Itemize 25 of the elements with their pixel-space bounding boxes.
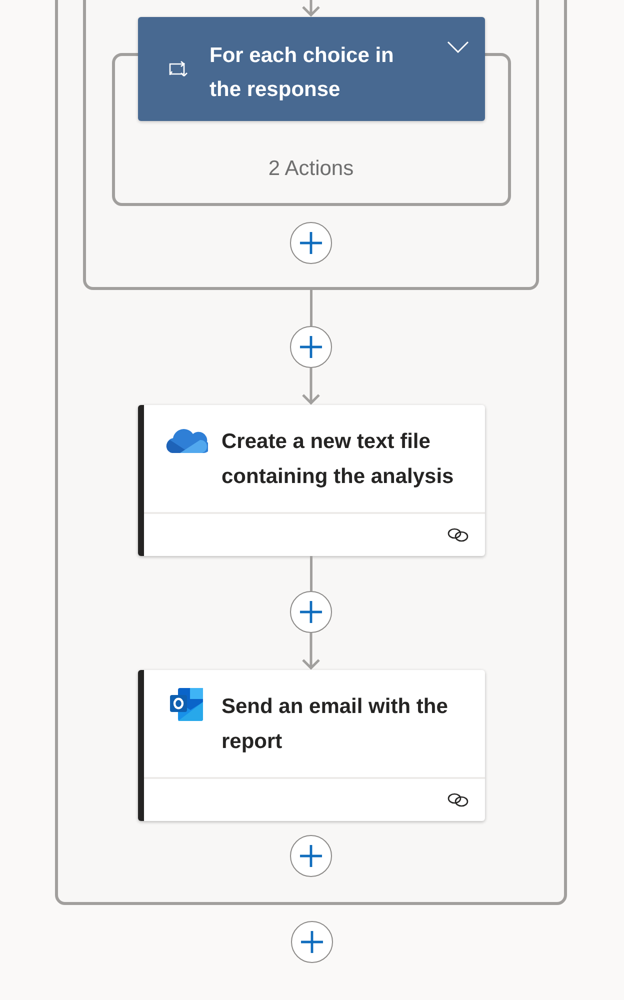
- loop-title: For each choice in the response: [210, 43, 395, 103]
- add-step-button[interactable]: [290, 326, 332, 368]
- cloud-icon: [166, 426, 208, 454]
- action-title: Send an email with the report: [222, 694, 449, 755]
- add-step-icon: [299, 600, 323, 624]
- add-step-icon: [299, 231, 323, 255]
- connector-arrow: [300, 368, 322, 405]
- loop-header[interactable]: For each choice in the response: [138, 17, 484, 121]
- add-step-icon: [300, 930, 324, 954]
- actions-count: 2 Actions: [268, 157, 354, 181]
- add-step-button[interactable]: [291, 921, 333, 963]
- add-step-button[interactable]: [290, 835, 332, 877]
- chevron-down-icon[interactable]: [446, 41, 468, 53]
- add-step-button[interactable]: [290, 222, 332, 264]
- link-icon: [446, 527, 468, 543]
- connector-line: [309, 556, 313, 591]
- link-icon: [446, 792, 468, 808]
- add-step-button[interactable]: [290, 591, 332, 633]
- action-title: Create a new text file containing the analysis: [222, 429, 455, 490]
- action-card[interactable]: Create a new text file containing the analysis: [138, 405, 484, 556]
- mail-app-icon: [168, 687, 204, 723]
- add-step-icon: [299, 335, 323, 359]
- add-step-icon: [299, 844, 323, 868]
- action-card[interactable]: Send an email with the report: [138, 670, 484, 821]
- connector-arrow: [300, 633, 322, 670]
